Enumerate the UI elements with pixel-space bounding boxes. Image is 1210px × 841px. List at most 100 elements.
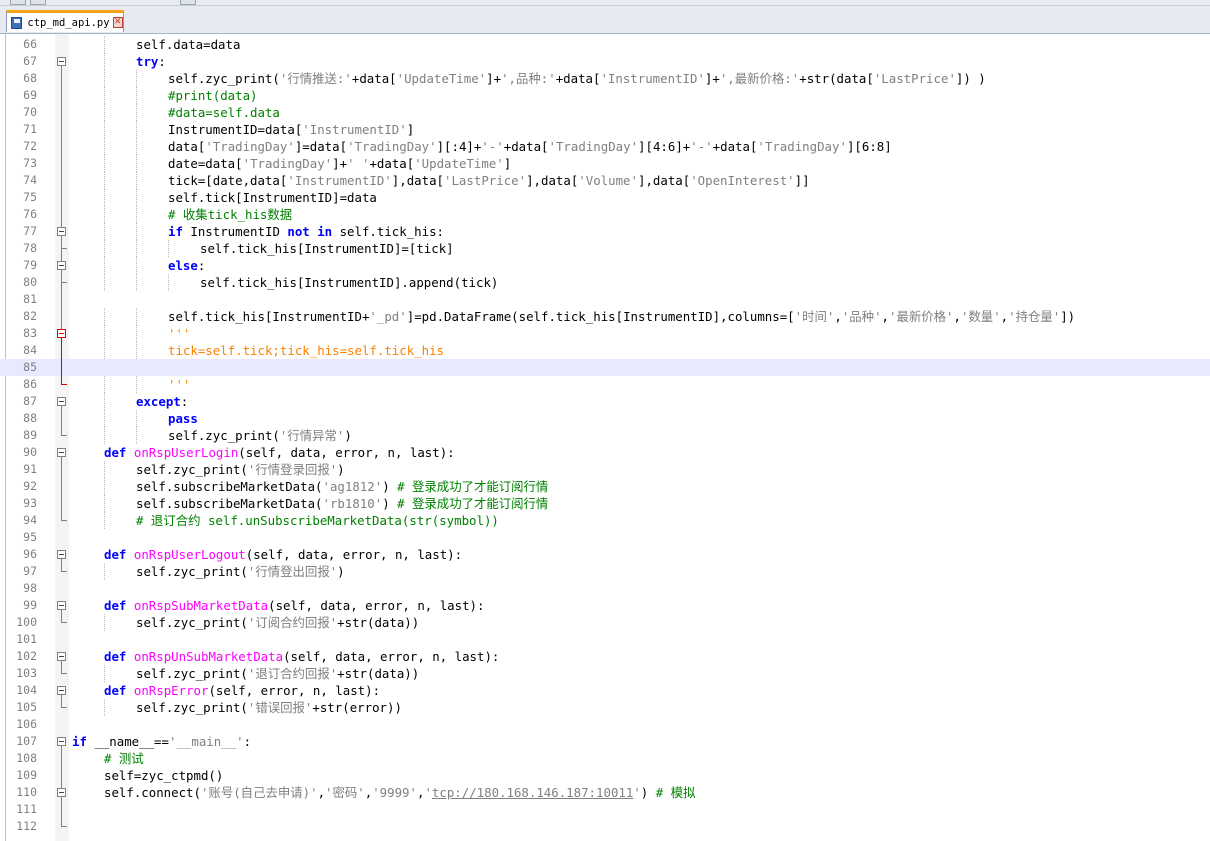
fold-toggle[interactable] <box>57 788 66 797</box>
indent-guide <box>104 87 105 104</box>
token: ' <box>633 785 641 800</box>
tab-file[interactable]: ctp_md_api.py ✕ <box>6 10 124 32</box>
code-line[interactable]: 91 self.zyc_print('行情登录回报') <box>0 461 1210 478</box>
code-line[interactable]: 69 #print(data) <box>0 87 1210 104</box>
code-line[interactable]: 93 self.subscribeMarketData('rb1810') # 登… <box>0 495 1210 512</box>
fold-toggle[interactable] <box>57 686 66 695</box>
code-line[interactable]: 85 <box>0 359 1210 376</box>
token: (self, data, error, n, last): <box>283 649 500 664</box>
code-line[interactable]: 96 def onRspUserLogout(self, data, error,… <box>0 546 1210 563</box>
indent-guide <box>104 70 105 87</box>
code-line[interactable]: 71 InstrumentID=data['InstrumentID'] <box>0 121 1210 138</box>
code-line[interactable]: 107 if __name__=='__main__': <box>0 733 1210 750</box>
code-line[interactable]: 81 <box>0 291 1210 308</box>
code-line[interactable]: 104 def onRspError(self, error, n, last): <box>0 682 1210 699</box>
toolbar-button[interactable] <box>10 0 26 5</box>
code-line[interactable]: 112 <box>0 818 1210 835</box>
token: ],data[ <box>637 173 691 188</box>
token: onRspUnSubMarketData <box>133 649 284 664</box>
code-line[interactable]: 77 if InstrumentID not in self.tick_his: <box>0 223 1210 240</box>
close-icon[interactable]: ✕ <box>112 17 123 28</box>
toolbar-button[interactable] <box>180 0 196 5</box>
fold-toggle[interactable] <box>57 601 66 610</box>
code-line[interactable]: 72 data['TradingDay']=data['TradingDay'][… <box>0 138 1210 155</box>
code-line[interactable]: 70 #data=self.data <box>0 104 1210 121</box>
token: 'InstrumentID' <box>600 71 705 86</box>
code-line[interactable]: 108 # 测试 <box>0 750 1210 767</box>
code-line[interactable]: 80 self.tick_his[InstrumentID].append(tic… <box>0 274 1210 291</box>
fold-end <box>61 248 67 249</box>
fold-toggle[interactable] <box>57 652 66 661</box>
code-line[interactable]: 99 def onRspSubMarketData(self, data, err… <box>0 597 1210 614</box>
code-line[interactable]: 109 self=zyc_ctpmd() <box>0 767 1210 784</box>
code-line[interactable]: 89 self.zyc_print('行情异常') <box>0 427 1210 444</box>
code-line[interactable]: 66 self.data=data <box>0 36 1210 53</box>
code-line[interactable]: 95 <box>0 529 1210 546</box>
code-line[interactable]: 76 # 收集tick_his数据 <box>0 206 1210 223</box>
code-line[interactable]: 103 self.zyc_print('退订合约回报'+str(data)) <box>0 665 1210 682</box>
code-line[interactable]: 74 tick=[date,data['InstrumentID'],data['… <box>0 172 1210 189</box>
code-line[interactable]: 86 ''' <box>0 376 1210 393</box>
toolbar-button[interactable] <box>30 0 46 5</box>
code-text: def onRspError(self, error, n, last): <box>104 682 380 699</box>
url-link[interactable]: tcp://180.168.146.187:10011 <box>432 785 633 800</box>
code-line[interactable]: 102 def onRspUnSubMarketData(self, data, … <box>0 648 1210 665</box>
token: 'UpdateTime' <box>414 156 504 171</box>
code-line[interactable]: 110 self.connect('账号(自己去申请)','密码','9999',… <box>0 784 1210 801</box>
code-line[interactable]: 100 self.zyc_print('订阅合约回报'+str(data)) <box>0 614 1210 631</box>
token: onRspSubMarketData <box>133 598 269 613</box>
token: : <box>197 258 206 273</box>
token: , <box>1000 309 1009 324</box>
indent-guide <box>136 376 137 393</box>
token: 'TradingDay' <box>548 139 639 154</box>
indent-guide <box>136 206 137 223</box>
code-line[interactable]: 87 except: <box>0 393 1210 410</box>
code-line[interactable]: 92 self.subscribeMarketData('ag1812') # 登… <box>0 478 1210 495</box>
token: ] <box>503 156 512 171</box>
code-line[interactable]: 111 <box>0 801 1210 818</box>
code-line[interactable]: 90 def onRspUserLogin(self, data, error, … <box>0 444 1210 461</box>
fold-toggle[interactable] <box>57 261 66 270</box>
code-line[interactable]: 79 else: <box>0 257 1210 274</box>
code-line[interactable]: 84 tick=self.tick;tick_his=self.tick_his <box>0 342 1210 359</box>
indent-guide <box>136 308 137 325</box>
indent-guide <box>104 325 105 342</box>
code-editor[interactable]: 66 self.data=data 67 try: 68 self.zyc_print('… <box>0 34 1210 841</box>
code-line[interactable]: 94 # 退订合约 self.unSubscribeMarketData(str(… <box>0 512 1210 529</box>
line-number: 68 <box>23 71 37 85</box>
code-line[interactable]: 98 <box>0 580 1210 597</box>
code-line[interactable]: 67 try: <box>0 53 1210 70</box>
fold-toggle[interactable] <box>57 397 66 406</box>
code-text: self.tick_his[InstrumentID].append(tick) <box>200 274 498 291</box>
code-line[interactable]: 68 self.zyc_print('行情推送:'+data['UpdateTim… <box>0 70 1210 87</box>
tab-bar: ctp_md_api.py ✕ <box>0 6 1210 34</box>
token: 'OpenInterest' <box>690 173 795 188</box>
code-line[interactable]: 88 pass <box>0 410 1210 427</box>
code-line[interactable]: 101 <box>0 631 1210 648</box>
fold-toggle[interactable] <box>57 329 66 338</box>
code-line[interactable]: 82 self.tick_his[InstrumentID+'_pd']=pd.D… <box>0 308 1210 325</box>
code-line[interactable]: 105 self.zyc_print('错误回报'+str(error)) <box>0 699 1210 716</box>
indent-guide <box>104 274 105 291</box>
token: , <box>317 785 326 800</box>
code-line[interactable]: 73 date=data['TradingDay']+' '+data['Upda… <box>0 155 1210 172</box>
code-text: # 退订合约 self.unSubscribeMarketData(str(sy… <box>136 512 499 529</box>
code-line[interactable]: 83 ''' <box>0 325 1210 342</box>
token: ]) <box>1060 309 1076 324</box>
token: # 退订合约 self.unSubscribeMarketData(str(sy… <box>136 513 499 528</box>
token: (self, error, n, last): <box>208 683 381 698</box>
code-line[interactable]: 75 self.tick[InstrumentID]=data <box>0 189 1210 206</box>
fold-toggle[interactable] <box>57 57 66 66</box>
fold-toggle[interactable] <box>57 550 66 559</box>
line-number: 98 <box>23 581 37 595</box>
tab-filename: ctp_md_api.py <box>27 16 110 29</box>
code-text: self.data=data <box>136 36 240 53</box>
code-line[interactable]: 78 self.tick_his[InstrumentID]=[tick] <box>0 240 1210 257</box>
fold-toggle[interactable] <box>57 737 66 746</box>
fold-toggle[interactable] <box>57 227 66 236</box>
fold-toggle[interactable] <box>57 448 66 457</box>
indent-guide <box>168 274 169 291</box>
code-line[interactable]: 106 <box>0 716 1210 733</box>
indent-guide <box>104 138 105 155</box>
code-line[interactable]: 97 self.zyc_print('行情登出回报') <box>0 563 1210 580</box>
